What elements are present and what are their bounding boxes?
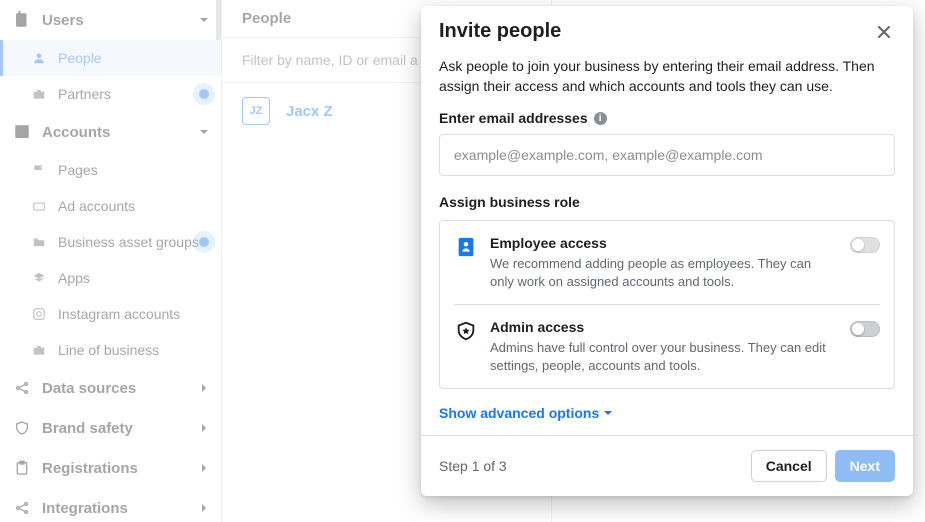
sidebar-item-apps[interactable]: Apps [0,260,221,296]
caret-right-icon [199,423,209,433]
sidebar-item-label: Pages [58,162,98,178]
caret-down-icon [199,127,209,137]
sidebar-item-label: Partners [58,86,111,102]
user-avatar: JZ [242,97,270,125]
role-description: We recommend adding people as employees.… [490,255,838,290]
accounts-icon [12,122,32,142]
sidebar-section-registrations[interactable]: Registrations [0,448,221,488]
show-advanced-link[interactable]: Show advanced options [439,405,613,421]
instagram-icon [30,305,48,323]
role-title: Admin access [490,319,838,335]
flag-icon [30,161,48,179]
sidebar-item-label: Ad accounts [58,198,135,214]
employee-toggle[interactable] [850,237,880,253]
page-title: People [242,10,291,27]
users-icon [12,10,32,30]
sidebar-section-brand-safety[interactable]: Brand safety [0,408,221,448]
notification-pulse [199,89,209,99]
card-icon [30,197,48,215]
role-employee: Employee access We recommend adding peop… [440,221,894,304]
invite-people-modal: Invite people Ask people to join your bu… [421,6,913,496]
email-field-label: Enter email addresses i [439,110,895,126]
email-input[interactable] [439,134,895,176]
share-icon [12,498,32,518]
sidebar-item-pages[interactable]: Pages [0,152,221,188]
close-icon [876,24,892,40]
sidebar-item-asset-groups[interactable]: Business asset groups [0,224,221,260]
sidebar-section-data-sources[interactable]: Data sources [0,368,221,408]
sidebar-item-label: People [58,50,102,66]
sidebar-section-label: Data sources [42,380,136,397]
cancel-button[interactable]: Cancel [751,450,827,482]
briefcase-icon [30,341,48,359]
modal-title: Invite people [439,20,561,43]
apps-icon [30,269,48,287]
caret-down-icon [603,408,613,418]
sidebar-item-people[interactable]: People [0,40,221,76]
admin-shield-icon [454,319,478,343]
user-name: Jacx Z [286,103,333,120]
info-icon[interactable]: i [594,112,607,125]
sidebar-section-label: Integrations [42,500,128,517]
folder-icon [30,233,48,251]
sidebar-item-label: Apps [58,270,90,286]
sidebar-item-lob[interactable]: Line of business [0,332,221,368]
sidebar-item-instagram[interactable]: Instagram accounts [0,296,221,332]
notification-pulse [199,237,209,247]
employee-badge-icon [454,235,478,259]
admin-toggle[interactable] [850,321,880,337]
next-button[interactable]: Next [835,450,895,482]
person-icon [30,49,48,67]
sidebar-section-integrations[interactable]: Integrations [0,488,221,522]
role-admin: Admin access Admins have full control ov… [454,304,880,388]
briefcase-icon [30,85,48,103]
share-icon [12,378,32,398]
caret-right-icon [199,463,209,473]
role-section-label: Assign business role [439,194,895,210]
sidebar-section-users[interactable]: Users [0,0,221,40]
sidebar-item-label: Line of business [58,342,159,358]
close-button[interactable] [873,21,895,43]
sidebar-section-label: Users [42,12,84,29]
shield-icon [12,418,32,438]
sidebar: Users People Partners Accounts [0,0,222,522]
sidebar-item-label: Instagram accounts [58,306,180,322]
sidebar-item-partners[interactable]: Partners [0,76,221,112]
role-title: Employee access [490,235,838,251]
role-options: Employee access We recommend adding peop… [439,220,895,389]
caret-down-icon [199,15,209,25]
sidebar-section-label: Registrations [42,460,138,477]
caret-right-icon [199,503,209,513]
scrollbar-thumb[interactable] [216,0,221,60]
modal-description: Ask people to join your business by ente… [439,57,895,96]
role-description: Admins have full control over your busin… [490,339,838,374]
step-indicator: Step 1 of 3 [439,458,507,474]
sidebar-section-label: Brand safety [42,420,133,437]
caret-right-icon [199,383,209,393]
sidebar-item-label: Business asset groups [58,234,199,250]
clipboard-icon [12,458,32,478]
sidebar-section-label: Accounts [42,124,110,141]
sidebar-section-accounts[interactable]: Accounts [0,112,221,152]
sidebar-item-ad-accounts[interactable]: Ad accounts [0,188,221,224]
